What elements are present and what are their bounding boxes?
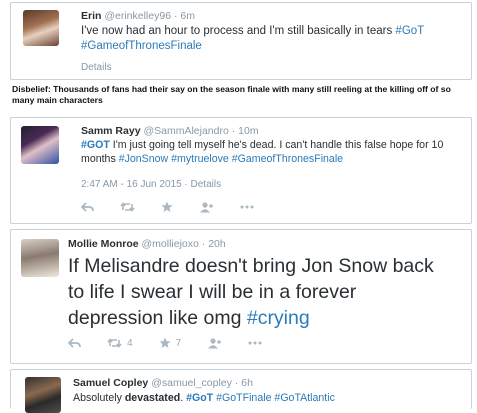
- author-handle[interactable]: @molliejoxo: [142, 238, 199, 250]
- reply-icon[interactable]: [81, 202, 94, 212]
- follow-user-icon[interactable]: [199, 201, 214, 213]
- tweet-time[interactable]: 6m: [180, 10, 195, 22]
- author-handle[interactable]: @samuel_copley: [151, 377, 232, 389]
- author-handle[interactable]: @erinkelley96: [104, 10, 171, 22]
- retweet-icon: [107, 338, 122, 348]
- tweet-card-samm: Samm Rayy @SammAlejandro · 10m #GOT I'm …: [10, 117, 472, 224]
- hashtag-link[interactable]: #JonSnow: [119, 153, 168, 165]
- image-caption: Disbelief: Thousands of fans had their s…: [12, 84, 451, 105]
- hashtag-link[interactable]: #GoT: [395, 25, 424, 37]
- hashtag-link[interactable]: #crying: [247, 307, 310, 329]
- tweet-card-erin: Erin @erinkelley96 · 6m I've now had an …: [10, 2, 472, 80]
- hashtag-link[interactable]: #mytruelove: [171, 153, 229, 165]
- tweet-text: I've now had an hour to process and I'm …: [81, 25, 425, 52]
- more-options-icon[interactable]: [240, 205, 254, 209]
- tweet-text: If Melisandre doesn't bring Jon Snow bac…: [68, 255, 434, 329]
- hashtag-link[interactable]: #GameofThronesFinale: [81, 40, 202, 52]
- author-handle[interactable]: @SammAlejandro: [143, 125, 228, 137]
- hashtag-link[interactable]: #GoTFinale: [216, 392, 271, 404]
- favorite-count: 7: [175, 337, 182, 349]
- retweet-icon[interactable]: [120, 202, 135, 212]
- hashtag-link[interactable]: #GoTAtlantic: [274, 392, 334, 404]
- retweet-count: 4: [127, 337, 133, 349]
- avatar[interactable]: [21, 239, 59, 277]
- avatar[interactable]: [23, 10, 59, 46]
- author-name[interactable]: Erin: [81, 10, 101, 22]
- follow-user-icon[interactable]: [207, 337, 222, 349]
- tweet-card-mollie: Mollie Monroe @molliejoxo · 20h If Melis…: [10, 229, 472, 364]
- tweet-text: #GOT I'm just going tell myself he's dea…: [81, 139, 444, 165]
- tweet-actions: [81, 201, 280, 213]
- hashtag-link[interactable]: #GameofThronesFinale: [232, 153, 343, 165]
- tweet-card-samuel: Samuel Copley @samuel_copley · 6h Absolu…: [10, 369, 472, 413]
- favorite-star-icon[interactable]: [161, 201, 173, 213]
- avatar[interactable]: [25, 377, 61, 413]
- author-name[interactable]: Samuel Copley: [73, 377, 148, 389]
- hashtag-link[interactable]: #GOT: [81, 139, 110, 151]
- tweet-time[interactable]: 10m: [238, 125, 258, 137]
- details-link[interactable]: Details: [191, 179, 222, 190]
- tweet-time[interactable]: 20h: [208, 238, 226, 250]
- tweet-actions: 4 7: [68, 337, 288, 349]
- reply-icon[interactable]: [68, 338, 81, 348]
- more-options-icon[interactable]: [248, 341, 262, 345]
- details-link[interactable]: Details: [81, 62, 112, 73]
- tweet-time[interactable]: 6h: [241, 377, 253, 389]
- retweet-action[interactable]: 4: [107, 338, 133, 349]
- tweet-text: Absolutely devastated. #GoT #GoTFinale #…: [73, 392, 335, 404]
- hashtag-link[interactable]: #GoT: [186, 392, 213, 404]
- avatar[interactable]: [21, 126, 59, 164]
- tweet-timestamp[interactable]: 2:47 AM - 16 Jun 2015: [81, 179, 182, 190]
- favorite-star-icon: [159, 337, 171, 348]
- author-name[interactable]: Mollie Monroe: [68, 238, 139, 250]
- favorite-action[interactable]: 7: [159, 337, 182, 349]
- author-name[interactable]: Samm Rayy: [81, 125, 141, 137]
